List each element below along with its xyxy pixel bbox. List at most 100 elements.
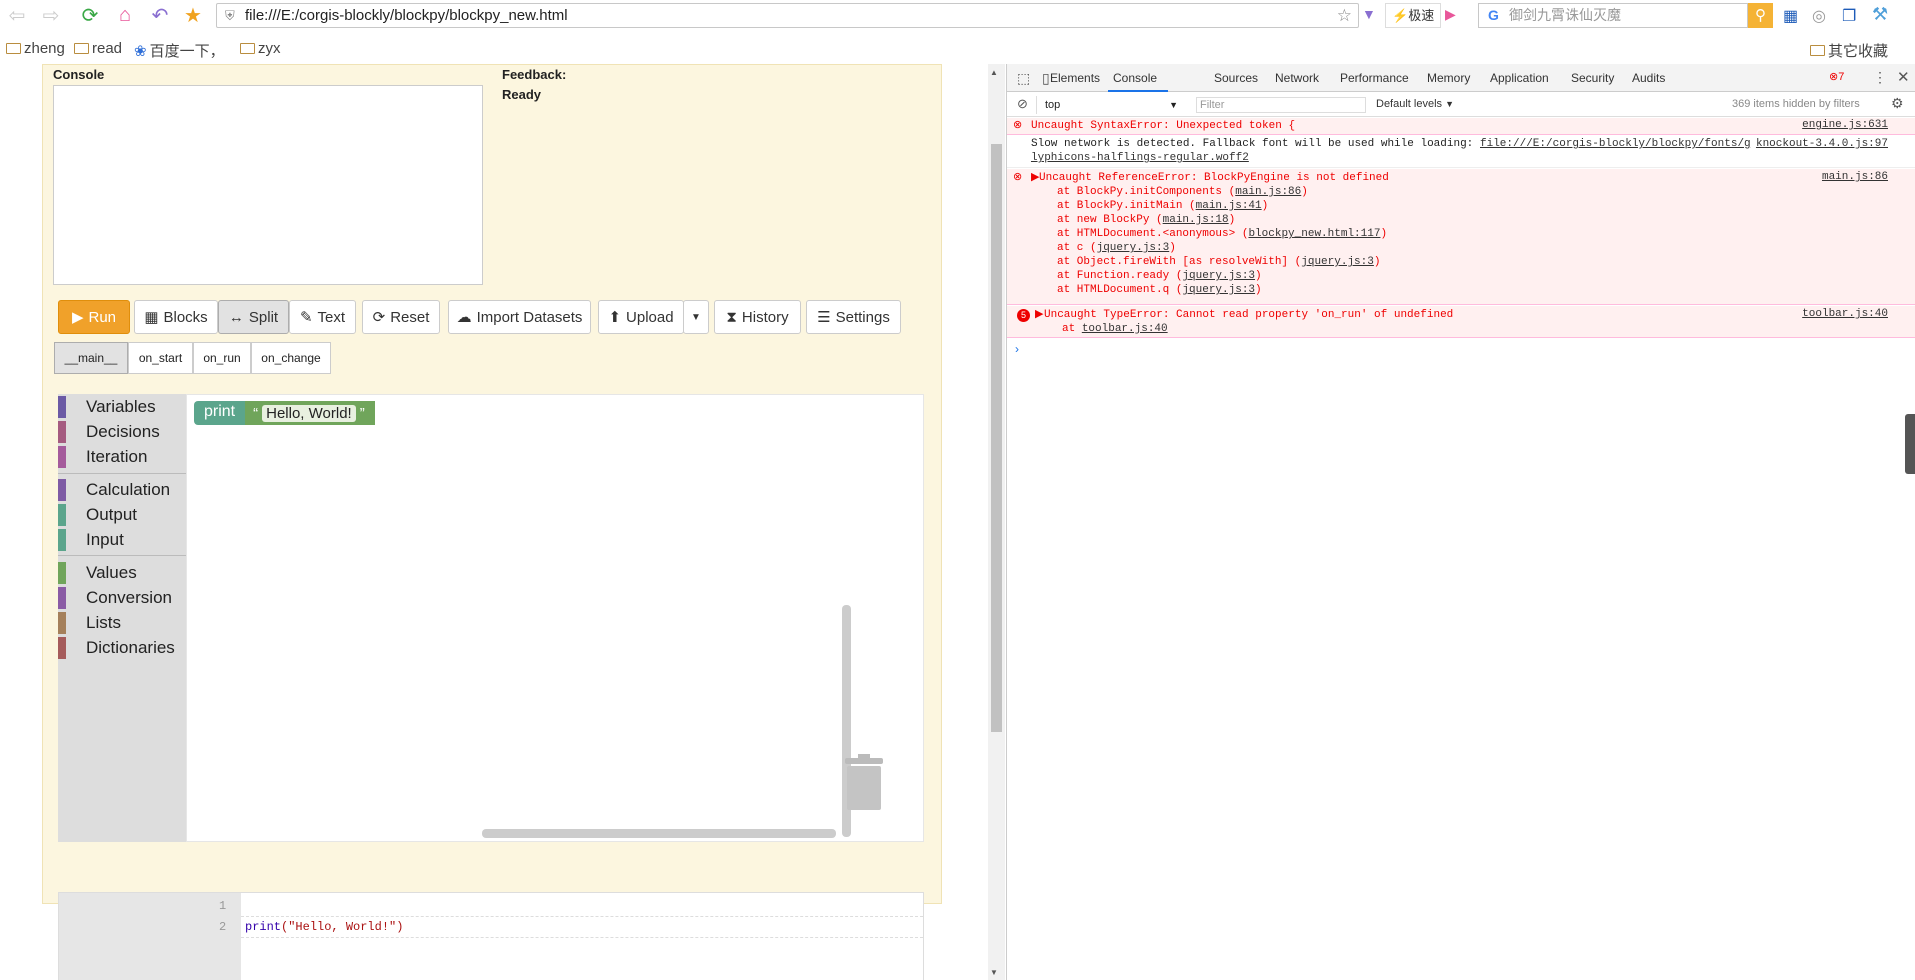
refresh-icon[interactable]: ⟳ bbox=[77, 2, 103, 28]
tab-sources[interactable]: Sources bbox=[1214, 71, 1258, 85]
clear-console-icon[interactable]: ⊘ bbox=[1017, 96, 1028, 112]
tab-network[interactable]: Network bbox=[1275, 71, 1319, 85]
split-arrows-icon: ↔ bbox=[228, 308, 244, 326]
side-widget[interactable] bbox=[1905, 414, 1915, 474]
screenshot-icon[interactable]: ❐ bbox=[1842, 6, 1856, 26]
category-variables[interactable]: Variables bbox=[58, 396, 156, 418]
category-conversion[interactable]: Conversion bbox=[58, 587, 172, 609]
tools-icon[interactable]: ⚒ bbox=[1872, 4, 1888, 25]
tab-security[interactable]: Security bbox=[1571, 71, 1614, 85]
frame-link[interactable]: blockpy_new.html:117 bbox=[1248, 228, 1380, 240]
context-select[interactable]: top ▼ bbox=[1036, 96, 1184, 114]
search-input[interactable]: G 御剑九霄诛仙灭魔 bbox=[1478, 3, 1748, 28]
prompt-icon[interactable]: › bbox=[1015, 342, 1019, 356]
tab-memory[interactable]: Memory bbox=[1427, 71, 1470, 85]
speed-mode-button[interactable]: ⚡极速 bbox=[1385, 3, 1442, 28]
frame-link[interactable]: main.js:18 bbox=[1163, 214, 1229, 226]
page-scrollbar-thumb[interactable] bbox=[991, 144, 1002, 732]
device-icon[interactable]: ▯ bbox=[1042, 70, 1050, 87]
reset-button[interactable]: ⟳ Reset bbox=[362, 300, 440, 334]
run-button[interactable]: ▶ Run bbox=[58, 300, 130, 334]
tab-performance[interactable]: Performance bbox=[1340, 71, 1409, 85]
scroll-down-icon[interactable]: ▼ bbox=[990, 968, 998, 977]
scroll-up-icon[interactable]: ▲ bbox=[990, 68, 998, 77]
trash-icon[interactable] bbox=[845, 754, 883, 810]
extension-icon[interactable]: ▼ bbox=[1362, 6, 1380, 24]
frame-link[interactable]: main.js:41 bbox=[1196, 200, 1262, 212]
more-icon[interactable]: ⋮ bbox=[1873, 69, 1887, 86]
source-link[interactable]: main.js:86 bbox=[1822, 171, 1888, 183]
category-output[interactable]: Output bbox=[58, 504, 137, 526]
tab-console[interactable]: Console bbox=[1113, 71, 1157, 85]
category-decisions[interactable]: Decisions bbox=[58, 421, 160, 443]
frame-link[interactable]: jquery.js:3 bbox=[1182, 284, 1255, 296]
tab-on-change[interactable]: on_change bbox=[251, 342, 331, 374]
category-calculation[interactable]: Calculation bbox=[58, 479, 170, 501]
tab-application[interactable]: Application bbox=[1490, 71, 1549, 85]
expand-arrow-icon[interactable]: ▶ bbox=[1035, 308, 1043, 322]
history-button[interactable]: ⧗ History bbox=[714, 300, 801, 334]
bookmark-read[interactable]: read bbox=[74, 40, 122, 57]
apps-icon[interactable]: ▦ bbox=[1783, 6, 1798, 26]
upload-button[interactable]: ⬆ Upload bbox=[598, 300, 684, 334]
close-icon[interactable]: ✕ bbox=[1897, 68, 1910, 86]
source-link[interactable]: knockout-3.4.0.js:97 bbox=[1756, 138, 1888, 150]
error-count-badge[interactable]: ⊗7 bbox=[1829, 70, 1844, 83]
font-link[interactable]: file:///E:/corgis-blockly/blockpy/fonts/… bbox=[1480, 138, 1751, 150]
tab-audits[interactable]: Audits bbox=[1632, 71, 1665, 85]
tab-main[interactable]: __main__ bbox=[54, 342, 128, 374]
category-dictionaries[interactable]: Dictionaries bbox=[58, 637, 175, 659]
levels-select[interactable]: Default levels ▼ bbox=[1376, 98, 1454, 110]
category-values[interactable]: Values bbox=[58, 562, 137, 584]
category-label: Lists bbox=[86, 613, 121, 632]
home-icon[interactable]: ⌂ bbox=[112, 2, 138, 28]
print-block[interactable]: print “ Hello, World! ” bbox=[194, 401, 375, 425]
console-output[interactable] bbox=[53, 85, 483, 285]
category-input[interactable]: Input bbox=[58, 529, 124, 551]
split-button[interactable]: ↔ Split bbox=[218, 300, 289, 334]
bookmark-zyx[interactable]: zyx bbox=[240, 40, 281, 57]
upload-dropdown-button[interactable]: ▼ bbox=[683, 300, 709, 334]
horizontal-scrollbar[interactable] bbox=[482, 829, 836, 838]
category-color bbox=[58, 529, 66, 551]
paw-icon: ❀ bbox=[134, 42, 147, 60]
frame-link[interactable]: toolbar.js:40 bbox=[1082, 323, 1168, 335]
string-field[interactable]: Hello, World! bbox=[262, 404, 356, 422]
filter-input[interactable]: Filter bbox=[1196, 97, 1366, 113]
category-iteration[interactable]: Iteration bbox=[58, 446, 147, 468]
star-icon[interactable]: ★ bbox=[180, 2, 206, 28]
source-link[interactable]: engine.js:631 bbox=[1802, 119, 1888, 131]
inspect-icon[interactable]: ⬚ bbox=[1017, 70, 1030, 87]
frame-link[interactable]: jquery.js:3 bbox=[1182, 270, 1255, 282]
back-icon[interactable]: ⇦ bbox=[4, 2, 30, 28]
settings-gear-icon[interactable]: ⚙ bbox=[1891, 95, 1904, 112]
bookmark-baidu[interactable]: ❀ 百度一下， bbox=[134, 40, 225, 61]
blocks-button[interactable]: ▦ Blocks bbox=[134, 300, 218, 334]
search-icon[interactable]: ⚲ bbox=[1748, 3, 1773, 28]
font-link-cont[interactable]: lyphicons-halflings-regular.woff2 bbox=[1031, 152, 1249, 164]
bookmark-zheng[interactable]: zheng bbox=[6, 40, 65, 57]
frame-link[interactable]: main.js:86 bbox=[1235, 186, 1301, 198]
other-bookmarks[interactable]: 其它收藏 bbox=[1810, 40, 1888, 61]
address-bar[interactable]: ⛨ file:///E:/corgis-blockly/blockpy/bloc… bbox=[216, 3, 1359, 28]
string-block[interactable]: “ Hello, World! ” bbox=[245, 401, 375, 425]
tab-on-run[interactable]: on_run bbox=[193, 342, 251, 374]
blockly-workspace[interactable]: print “ Hello, World! ” bbox=[186, 394, 924, 842]
category-lists[interactable]: Lists bbox=[58, 612, 121, 634]
play-icon[interactable]: ▶ bbox=[1445, 6, 1456, 23]
code-editor[interactable]: 1 2 print("Hello, World!") bbox=[58, 892, 924, 980]
settings-button[interactable]: ☰ Settings bbox=[806, 300, 901, 334]
code-line: print("Hello, World!") bbox=[245, 920, 403, 934]
favorite-star-icon[interactable]: ☆ bbox=[1337, 4, 1352, 27]
frame-link[interactable]: jquery.js:3 bbox=[1301, 256, 1374, 268]
source-link[interactable]: toolbar.js:40 bbox=[1802, 308, 1888, 320]
import-datasets-button[interactable]: ☁ Import Datasets bbox=[448, 300, 591, 334]
frame-link[interactable]: jquery.js:3 bbox=[1097, 242, 1170, 254]
tab-on-start[interactable]: on_start bbox=[128, 342, 193, 374]
filter-placeholder: Filter bbox=[1200, 99, 1225, 111]
text-button[interactable]: ✎ Text bbox=[289, 300, 356, 334]
undo-icon[interactable]: ↶ bbox=[147, 2, 173, 28]
tab-elements[interactable]: Elements bbox=[1050, 71, 1100, 85]
forward-icon[interactable]: ⇨ bbox=[38, 2, 64, 28]
mail-icon[interactable]: ◎ bbox=[1812, 6, 1826, 26]
